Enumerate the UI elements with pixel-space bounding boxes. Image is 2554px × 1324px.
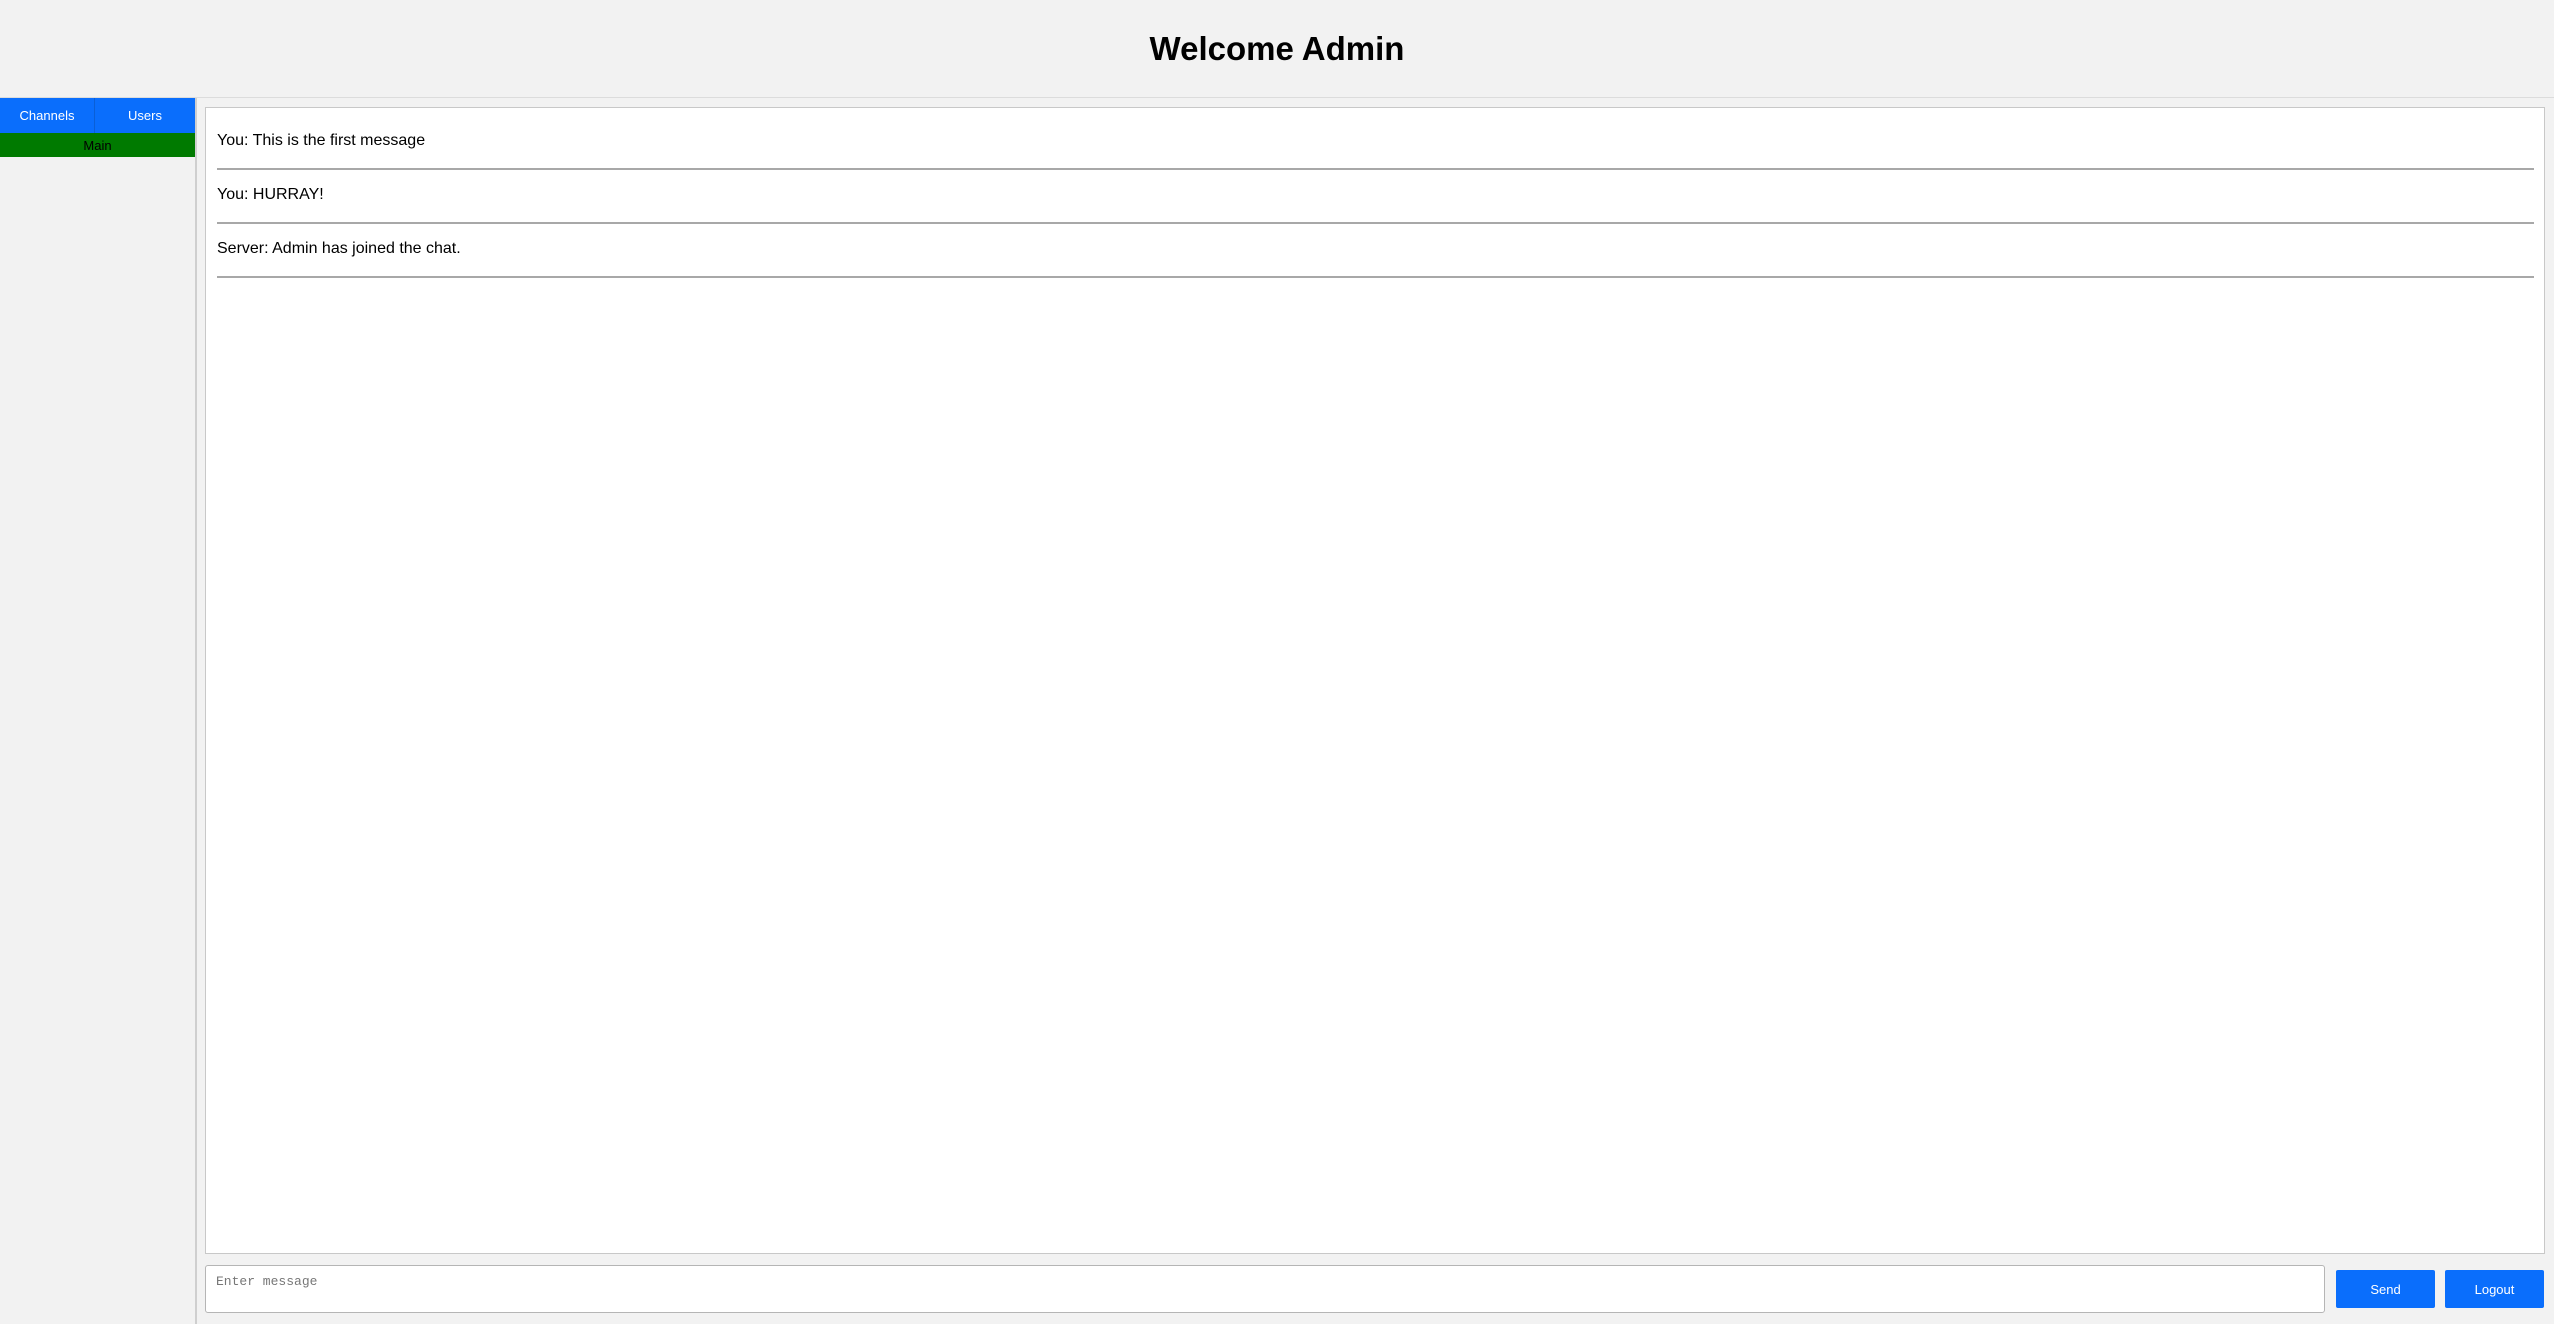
- send-button[interactable]: Send: [2336, 1270, 2435, 1308]
- tab-channels[interactable]: Channels: [0, 98, 95, 133]
- page-title: Welcome Admin: [1149, 29, 1405, 67]
- message-composer: Send Logout: [205, 1265, 2545, 1315]
- chat-message: You: HURRAY!: [217, 170, 2534, 224]
- chat-message-text: You: HURRAY!: [217, 186, 324, 203]
- chat-message: You: This is the first message: [217, 108, 2534, 170]
- sidebar-tabs: Channels Users: [0, 98, 195, 133]
- logout-button[interactable]: Logout: [2445, 1270, 2544, 1308]
- app-header: Welcome Admin: [0, 0, 2554, 98]
- message-list[interactable]: You: This is the first message You: HURR…: [205, 107, 2545, 1254]
- chat-message-text: You: This is the first message: [217, 132, 426, 149]
- message-input[interactable]: [205, 1265, 2325, 1313]
- channel-item-main[interactable]: Main: [0, 133, 195, 157]
- tab-users[interactable]: Users: [95, 98, 195, 133]
- sidebar: Channels Users Main: [0, 98, 197, 1324]
- chat-message: Server: Admin has joined the chat.: [217, 224, 2534, 278]
- chat-message-text: Server: Admin has joined the chat.: [217, 240, 461, 257]
